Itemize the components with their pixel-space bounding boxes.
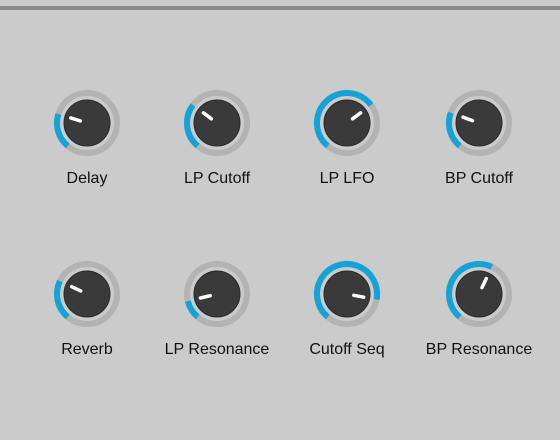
knob-label-lp-cutoff: LP Cutoff	[183, 170, 251, 187]
bp-cutoff-knob[interactable]	[444, 88, 514, 158]
knob-body	[455, 99, 503, 147]
knob-label-bp-resonance: BP Resonance	[425, 341, 533, 358]
knob-control-reverb: Reverb	[12, 259, 162, 389]
cutoff-seq-knob[interactable]	[312, 259, 382, 329]
knob-control-lp-cutoff: LP Cutoff	[142, 88, 292, 218]
lp-resonance-knob[interactable]	[182, 259, 252, 329]
reverb-knob[interactable]	[52, 259, 122, 329]
delay-knob[interactable]	[52, 88, 122, 158]
lp-lfo-knob[interactable]	[312, 88, 382, 158]
knob-control-bp-cutoff: BP Cutoff	[404, 88, 554, 218]
knob-body	[323, 270, 371, 318]
knob-body	[63, 270, 111, 318]
knob-indicator	[352, 293, 366, 299]
knob-body	[63, 99, 111, 147]
knob-label-lp-resonance: LP Resonance	[164, 341, 270, 358]
bp-resonance-knob[interactable]	[444, 259, 514, 329]
instrument-panel: Delay LP Cutoff LP LFO BP Cutoff Reverb …	[0, 0, 560, 440]
knob-control-bp-resonance: BP Resonance	[404, 259, 554, 389]
knob-label-delay: Delay	[66, 170, 108, 187]
knob-control-cutoff-seq: Cutoff Seq	[272, 259, 422, 389]
knob-control-lp-lfo: LP LFO	[272, 88, 422, 218]
panel-top-bar	[0, 0, 560, 10]
knob-body	[193, 99, 241, 147]
knob-label-cutoff-seq: Cutoff Seq	[309, 341, 385, 358]
lp-cutoff-knob[interactable]	[182, 88, 252, 158]
knob-indicator	[198, 293, 212, 300]
knob-body	[455, 270, 503, 318]
knob-body	[323, 99, 371, 147]
knob-label-lp-lfo: LP LFO	[319, 170, 375, 187]
knob-body	[193, 270, 241, 318]
knob-label-bp-cutoff: BP Cutoff	[445, 170, 513, 187]
knob-label-reverb: Reverb	[61, 341, 113, 358]
knob-control-lp-resonance: LP Resonance	[142, 259, 292, 389]
knob-control-delay: Delay	[12, 88, 162, 218]
